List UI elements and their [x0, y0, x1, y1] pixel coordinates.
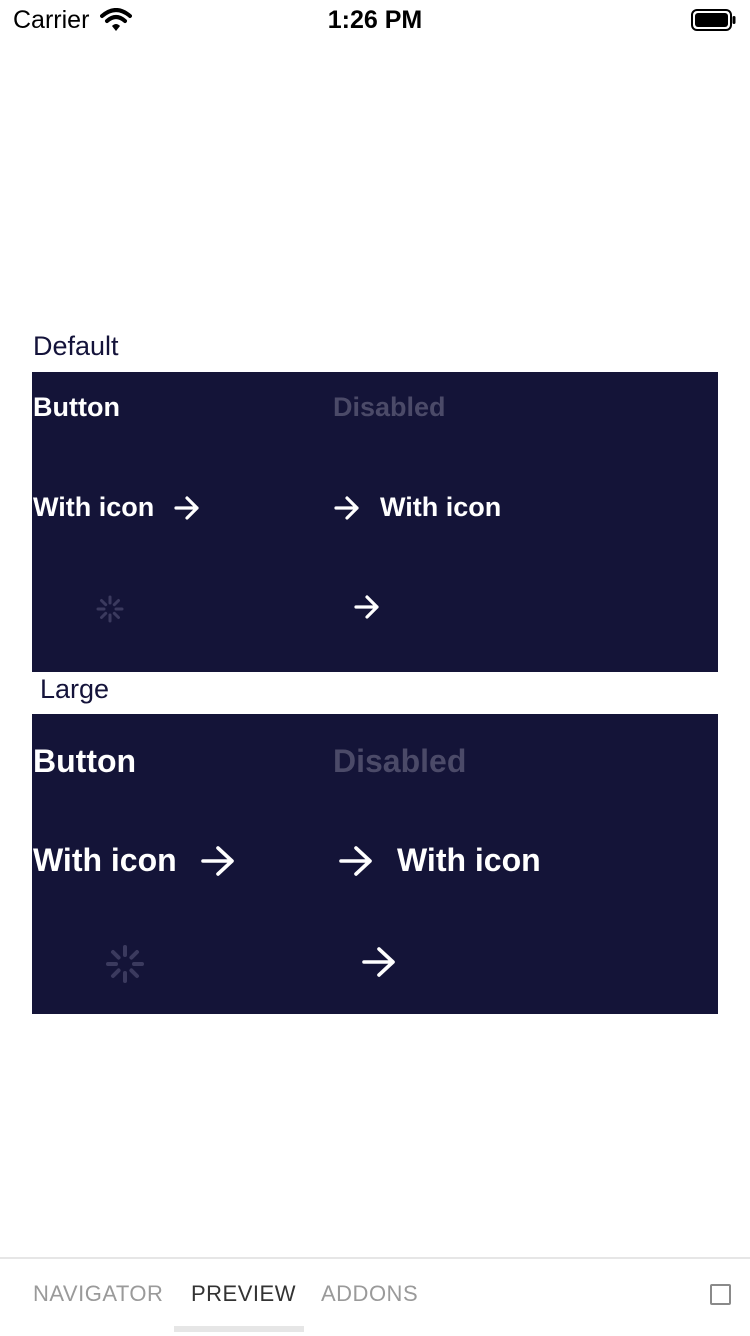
default-with-icon-trailing-button[interactable]: With icon: [33, 492, 200, 523]
addons-tab-bar: NAVIGATOR PREVIEW ADDONS: [0, 1257, 750, 1336]
large-icon-only-button[interactable]: [362, 946, 396, 978]
tab-preview[interactable]: PREVIEW: [191, 1281, 296, 1307]
button-label: Disabled: [333, 743, 467, 779]
button-label: Disabled: [333, 392, 446, 422]
default-button-panel: Button Disabled With icon With icon: [32, 372, 718, 672]
large-button-panel: Button Disabled With icon With icon: [32, 714, 718, 1014]
default-disabled-button: Disabled: [333, 392, 446, 423]
status-time: 1:26 PM: [327, 6, 423, 34]
large-disabled-button: Disabled: [333, 743, 466, 780]
large-with-icon-trailing-button[interactable]: With icon: [33, 842, 235, 879]
status-bar: Carrier 1:26 PM: [0, 0, 750, 40]
arrow-right-icon: [339, 845, 372, 876]
spinner-icon: [106, 945, 144, 983]
button-label: With icon: [397, 842, 541, 878]
battery-icon: [691, 9, 736, 31]
active-tab-indicator: [174, 1326, 304, 1332]
fullscreen-toggle-icon[interactable]: [710, 1284, 731, 1305]
default-button[interactable]: Button: [33, 392, 120, 423]
large-with-icon-leading-button[interactable]: With icon: [339, 842, 541, 879]
arrow-right-icon: [174, 495, 199, 520]
arrow-right-icon: [362, 947, 395, 977]
tab-addons[interactable]: ADDONS: [321, 1281, 418, 1307]
arrow-right-icon: [200, 845, 234, 876]
arrow-right-icon: [354, 595, 379, 619]
default-icon-only-button[interactable]: [354, 595, 380, 619]
section-label-default: Default: [33, 331, 119, 361]
section-label-large: Large: [40, 674, 110, 704]
large-button[interactable]: Button: [33, 743, 136, 780]
tab-navigator[interactable]: NAVIGATOR: [33, 1281, 163, 1307]
button-label: With icon: [380, 492, 502, 522]
arrow-right-icon: [334, 495, 359, 520]
button-label: Button: [33, 743, 137, 779]
button-label: Button: [33, 392, 120, 422]
spinner-icon: [96, 595, 124, 623]
button-label: With icon: [33, 842, 177, 878]
button-label: With icon: [33, 492, 155, 522]
default-with-icon-leading-button[interactable]: With icon: [334, 492, 501, 523]
